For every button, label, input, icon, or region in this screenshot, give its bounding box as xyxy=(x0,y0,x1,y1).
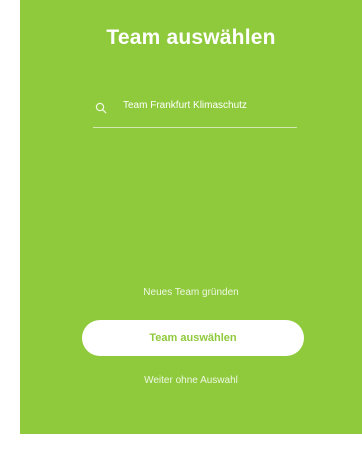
search-icon xyxy=(95,101,107,114)
create-new-team-link[interactable]: Neues Team gründen xyxy=(20,287,362,298)
page-title: Team auswählen xyxy=(106,26,276,49)
team-search-field[interactable]: Team Frankfurt Klimaschutz xyxy=(93,97,297,128)
team-selection-panel: Team auswählen Team Frankfurt Klimaschut… xyxy=(20,0,362,434)
search-input[interactable]: Team Frankfurt Klimaschutz xyxy=(123,100,247,111)
select-team-button[interactable]: Team auswählen xyxy=(82,320,304,356)
continue-without-selection-link[interactable]: Weiter ohne Auswahl xyxy=(20,375,362,386)
